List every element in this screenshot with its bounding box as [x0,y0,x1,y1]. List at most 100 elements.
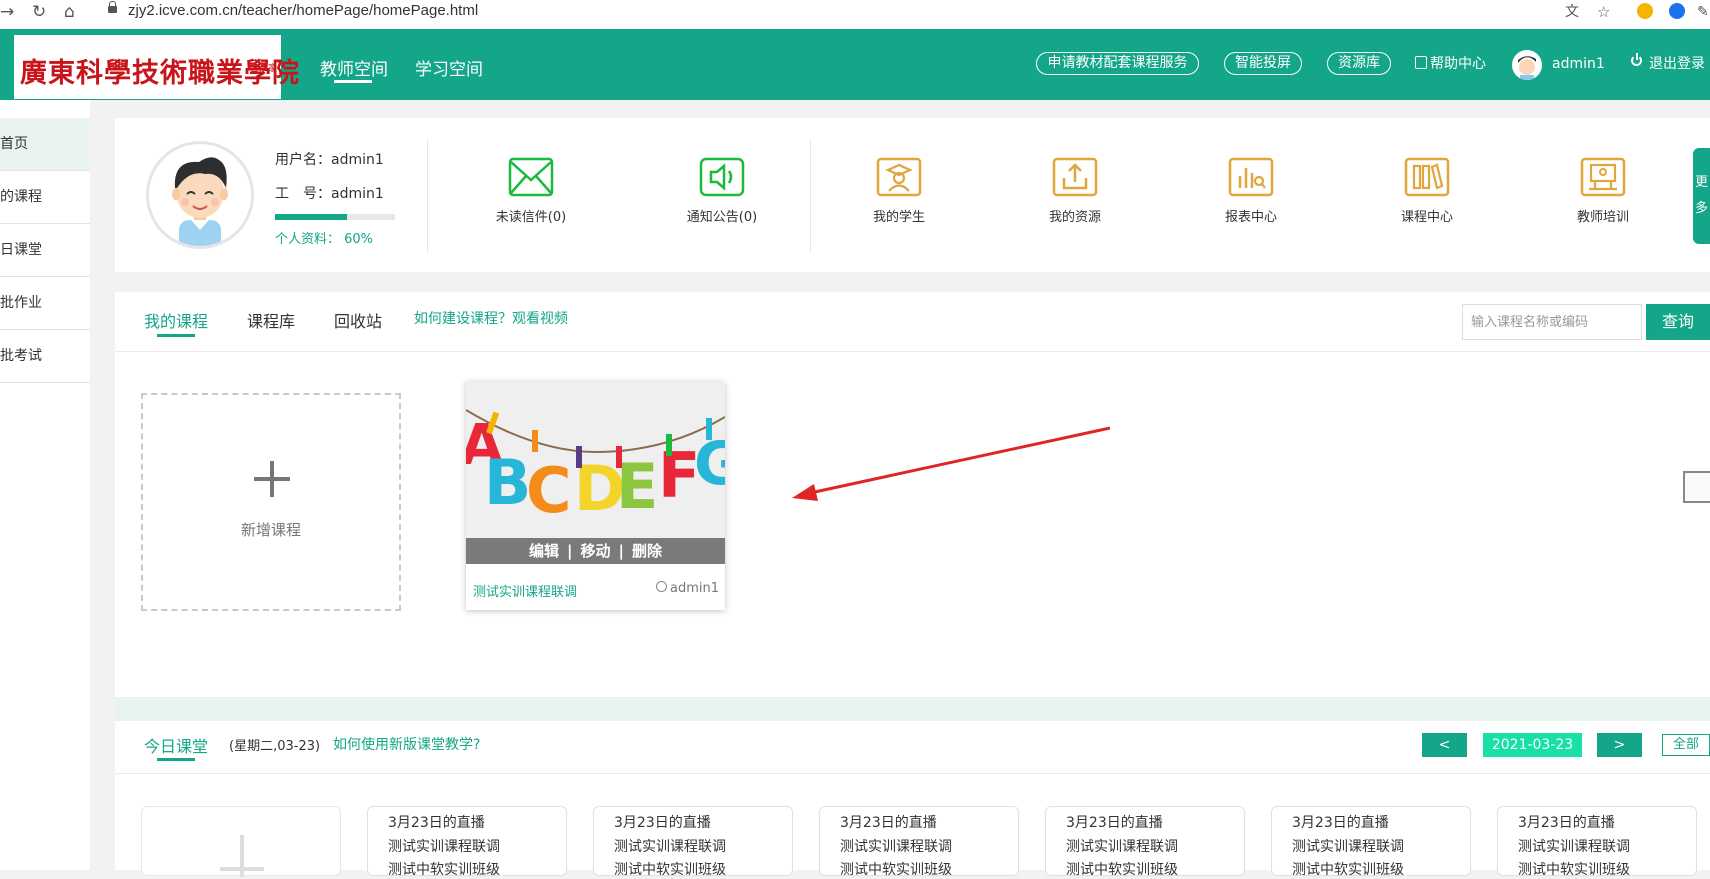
course-card[interactable]: A B C D E F G 编辑 | 移动 | 删除 测试实训课程联调 admin1 [466,382,725,610]
sidebar-item-label: 批作业 [0,295,42,311]
more-side-tab[interactable]: 更多 [1693,148,1710,244]
live-class-card[interactable]: 3月23日的直播 测试实训课程联调 测试中软实训班级 [367,806,567,878]
profile-avatar[interactable] [146,141,254,249]
live-class-card[interactable]: 3月23日的直播 测试实训课程联调 测试中软实训班级 [819,806,1019,878]
live-class-title: 3月23日的直播 [1066,815,1163,831]
course-cover-image[interactable]: A B C D E F G [466,382,725,538]
separator: | [567,542,573,560]
tab-course-library[interactable]: 课程库 [247,308,295,332]
nav-active-indicator [334,80,372,83]
course-name-link[interactable]: 测试实训课程联调 [473,581,577,600]
live-class-course: 测试实训课程联调 [388,839,500,855]
address-bar[interactable]: zjy2.icve.com.cn/teacher/homePage/homePa… [128,0,478,22]
quick-link-label: 我的资源 [1048,210,1101,225]
quick-link-notices[interactable]: 通知公告(0) [662,156,782,225]
quick-link-my-resources[interactable]: 我的资源 [1015,156,1135,225]
next-date-button[interactable]: > [1597,733,1642,757]
live-class-card[interactable]: 3月23日的直播 测试实训课程联调 测试中软实训班级 [1271,806,1471,878]
quick-link-my-students[interactable]: 我的学生 [839,156,959,225]
how-to-build-course-link[interactable]: 如何建设课程？观看视频 [414,308,568,328]
quick-link-unread-mail[interactable]: 未读信件(0) [471,156,591,225]
tab-recycle-bin[interactable]: 回收站 [334,308,382,332]
report-chart-icon [1228,157,1274,197]
mail-icon [508,157,554,197]
profile-completion-fill [275,214,347,220]
extension-icon[interactable] [1637,3,1653,19]
divider [115,773,1710,774]
add-class-card[interactable] [141,806,341,877]
live-class-title: 3月23日的直播 [1292,815,1389,831]
quick-link-label: 我的学生 [872,210,925,225]
profile-username: 用户名：admin1 [275,152,384,168]
course-search-input[interactable] [1462,304,1642,340]
help-center-link[interactable]: 帮助中心 [1415,55,1486,73]
svg-text:B: B [484,446,531,519]
quick-link-teacher-training[interactable]: 教师培训 [1543,156,1663,225]
logout-link[interactable]: 退出登录 [1649,55,1705,73]
how-to-use-classroom-link[interactable]: 如何使用新版课堂教学? [333,734,480,754]
sidebar-item-home[interactable]: 首页 [0,118,90,171]
profile-completion-bar [275,214,395,220]
header-username[interactable]: admin1 [1552,55,1605,73]
sidebar-item-label: 批考试 [0,348,42,364]
tab-today-class[interactable]: 今日课堂 [144,733,208,757]
delete-course-button[interactable]: 删除 [632,542,662,560]
sidebar-item-label: 的课程 [0,189,42,205]
side-widget[interactable] [1683,471,1710,503]
quick-link-report-center[interactable]: 报表中心 [1191,156,1311,225]
extension-icon[interactable] [1669,3,1685,19]
quick-link-label: 未读信件(0) [495,210,567,225]
upload-icon [1052,157,1098,197]
live-class-group: 测试中软实训班级 [1518,862,1630,878]
quick-link-label: 报表中心 [1224,210,1277,225]
show-all-button[interactable]: 全部 [1662,734,1710,756]
graduate-icon [876,157,922,197]
divider [810,140,811,252]
sidebar-item-grade-exams[interactable]: 批考试 [0,330,90,383]
reload-icon[interactable]: ↻ [32,0,46,24]
live-class-card[interactable]: 3月23日的直播 测试实训课程联调 测试中软实训班级 [1497,806,1697,878]
college-logo[interactable]: 廣東科學技術職業學院 書法家 [14,35,299,99]
current-date-button[interactable]: 2021-03-23 [1483,733,1582,757]
prev-date-button[interactable]: < [1422,733,1467,757]
quick-link-label: 教师培训 [1576,210,1629,225]
live-class-title: 3月23日的直播 [1518,815,1615,831]
sidebar-item-today-class[interactable]: 日课堂 [0,224,90,277]
course-card-actions: 编辑 | 移动 | 删除 [466,538,725,564]
tab-my-courses[interactable]: 我的课程 [144,308,208,332]
forward-icon[interactable]: → [0,0,14,24]
live-class-card[interactable]: 3月23日的直播 测试实训课程联调 测试中软实训班级 [1045,806,1245,878]
live-class-group: 测试中软实训班级 [1066,862,1178,878]
live-class-course: 测试实训课程联调 [1518,839,1630,855]
move-course-button[interactable]: 移动 [580,542,610,560]
browser-toolbar: → ↻ ⌂ zjy2.icve.com.cn/teacher/homePage/… [0,0,1710,29]
search-button[interactable]: 查询 [1646,304,1710,340]
today-date-note: (星期二,03-23) [229,739,321,754]
live-class-card[interactable]: 3月23日的直播 测试实训课程联调 测试中软实训班级 [593,806,793,878]
edit-course-button[interactable]: 编辑 [529,542,559,560]
resource-library-button[interactable]: 资源库 [1327,52,1391,75]
puzzle-icon[interactable]: ✎ [1697,0,1709,24]
bookmark-star-icon[interactable]: ☆ [1597,0,1610,24]
apply-course-service-button[interactable]: 申请教材配套课程服务 [1036,52,1199,75]
header-avatar[interactable] [1512,50,1542,80]
course-owner-name: admin1 [669,581,719,596]
translate-icon[interactable]: 文 [1565,0,1579,24]
profile-staff-number: 工 号：admin1 [275,186,384,202]
lock-icon [108,1,117,13]
tab-active-indicator [157,758,195,761]
sidebar-item-my-courses[interactable]: 的课程 [0,171,90,224]
live-class-group: 测试中软实训班级 [388,862,500,878]
home-icon[interactable]: ⌂ [64,0,75,24]
nav-teacher-space[interactable]: 教师空间 [320,55,388,80]
plus-icon [254,461,290,497]
add-course-card[interactable]: 新增课程 [141,393,401,611]
smart-cast-button[interactable]: 智能投屏 [1224,52,1302,75]
profile-completion-label[interactable]: 个人资料： 60% [275,228,373,247]
sidebar-item-grade-homework[interactable]: 批作业 [0,277,90,330]
quick-link-course-center[interactable]: 课程中心 [1367,156,1487,225]
nav-learning-space[interactable]: 学习空间 [415,55,483,80]
live-class-group: 测试中软实训班级 [840,862,952,878]
divider [115,351,1710,352]
plus-icon-bar [220,867,264,871]
